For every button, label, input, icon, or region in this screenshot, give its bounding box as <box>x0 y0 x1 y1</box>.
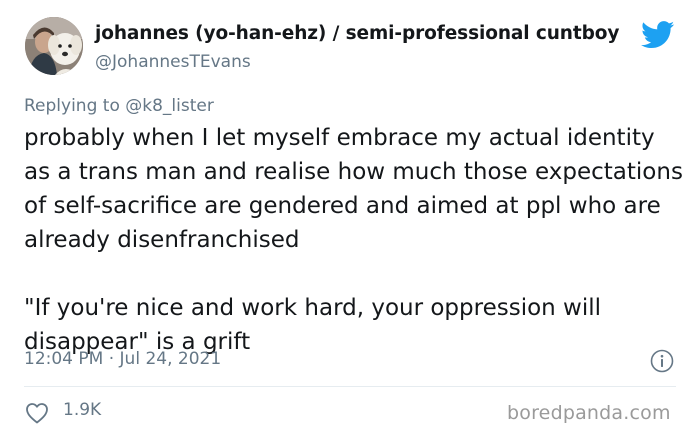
divider <box>24 386 676 387</box>
tweet-text: probably when I let myself embrace my ac… <box>24 125 683 355</box>
avatar[interactable] <box>25 17 83 75</box>
display-name[interactable]: johannes (yo-han-ehz) / semi-professiona… <box>95 23 619 44</box>
tweet-timestamp[interactable]: 12:04 PM · Jul 24, 2021 <box>24 349 221 369</box>
like-count: 1.9K <box>63 400 102 420</box>
replying-to: Replying to @k8_lister <box>24 96 214 116</box>
user-handle[interactable]: @JohannesTEvans <box>95 52 251 72</box>
watermark: boredpanda.com <box>507 402 671 424</box>
info-icon[interactable] <box>650 349 674 373</box>
replying-to-label: Replying to <box>24 96 126 116</box>
avatar-image <box>25 17 83 75</box>
reply-mention-link[interactable]: @k8_lister <box>125 96 214 116</box>
tweet-card: johannes (yo-han-ehz) / semi-professiona… <box>0 0 700 441</box>
twitter-bird-icon[interactable] <box>641 21 675 49</box>
heart-icon[interactable] <box>25 402 49 424</box>
